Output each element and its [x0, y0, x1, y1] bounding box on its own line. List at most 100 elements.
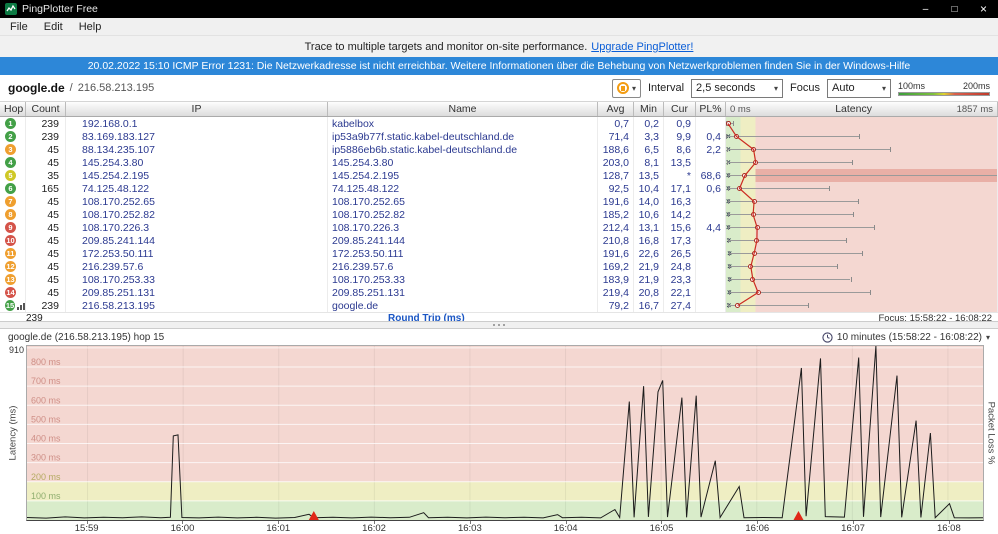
range-cap-left: [727, 173, 729, 178]
maximize-icon[interactable]: □: [940, 0, 969, 18]
latency-graph-cell: ×: [726, 156, 998, 169]
table-row[interactable]: 9 45 108.170.226.3 108.170.226.3 212,4 13,1 15…: [0, 221, 998, 234]
pane-splitter[interactable]: [0, 321, 998, 329]
pause-dropdown-icon[interactable]: ▾: [632, 84, 636, 93]
name-cell: ip5886eb6b.static.kabel-deutschland.de: [328, 143, 598, 156]
svg-text:300 ms: 300 ms: [31, 453, 61, 463]
column-header-avg: Avg: [598, 102, 634, 116]
latency-range-bar: [727, 227, 874, 228]
range-cap-left: [729, 277, 731, 282]
hop-cell: 8: [0, 208, 26, 221]
latency-graph-cell: ×: [726, 260, 998, 273]
table-row[interactable]: 3 45 88.134.235.107 ip5886eb6b.static.kabel…: [0, 143, 998, 156]
hop-status-badge: 4: [5, 157, 16, 168]
legend-low-label: 100ms: [898, 80, 926, 91]
pl-cell: [696, 273, 726, 286]
table-row[interactable]: 15 239 216.58.213.195 google.de 79,2 16,7 27,4…: [0, 299, 998, 312]
ip-cell: 74.125.48.122: [66, 182, 328, 195]
avg-cell: 212,4: [598, 221, 634, 234]
trace-table-header: Hop Count IP Name Avg Min Cur PL% 0 ms Latency 185…: [0, 102, 998, 117]
avg-marker: [733, 133, 739, 139]
min-cell: 14,0: [634, 195, 664, 208]
ip-cell: 83.169.183.127: [66, 130, 328, 143]
focus-label: Focus: [790, 82, 820, 94]
cur-cell: 14,2: [664, 208, 696, 221]
range-cap-left: [727, 186, 729, 191]
menu-help[interactable]: Help: [71, 18, 110, 35]
timeline-title: google.de (216.58.213.195) hop 15: [8, 331, 165, 343]
time-tick-label: 16:06: [745, 523, 770, 534]
upgrade-link[interactable]: Upgrade PingPlotter!: [591, 41, 693, 53]
min-cell: 22,6: [634, 247, 664, 260]
table-row[interactable]: 7 45 108.170.252.65 108.170.252.65 191,6 14,0…: [0, 195, 998, 208]
range-cap-right: [808, 303, 810, 308]
latency-range-bar: [729, 279, 851, 280]
pl-cell: [696, 247, 726, 260]
avg-cell: 0,7: [598, 117, 634, 130]
count-cell: 45: [26, 143, 66, 156]
packet-loss-axis-label: Packet Loss %: [985, 401, 997, 465]
range-cap-left: [726, 134, 728, 139]
pl-cell: 2,2: [696, 143, 726, 156]
hop-cell: 3: [0, 143, 26, 156]
pause-button[interactable]: ▾: [611, 78, 641, 98]
menu-edit[interactable]: Edit: [36, 18, 71, 35]
table-row[interactable]: 5 35 145.254.2.195 145.254.2.195 128,7 13,5 * 6…: [0, 169, 998, 182]
name-cell: kabelbox: [328, 117, 598, 130]
name-cell: 145.254.2.195: [328, 169, 598, 182]
minimize-icon[interactable]: –: [911, 0, 940, 18]
focus-select[interactable]: Auto ▾: [827, 78, 891, 98]
latency-graph-cell: ×: [726, 169, 998, 182]
latency-range-bar: [726, 136, 859, 137]
timeline-plot[interactable]: 800 ms 700 ms 600 ms 500 ms 400 ms 300 ms 200 …: [26, 345, 984, 521]
latency-graph-cell: ×: [726, 130, 998, 143]
range-cap-left: [729, 251, 731, 256]
close-icon[interactable]: ×: [969, 0, 998, 18]
menu-file[interactable]: File: [2, 18, 36, 35]
table-row[interactable]: 6 165 74.125.48.122 74.125.48.122 92,5 10,4 17…: [0, 182, 998, 195]
avg-cell: 79,2: [598, 299, 634, 312]
table-row[interactable]: 10 45 209.85.241.144 209.85.241.144 210,8 16,…: [0, 234, 998, 247]
svg-text:100 ms: 100 ms: [31, 491, 61, 501]
ip-cell: 216.58.213.195: [66, 299, 328, 312]
chevron-down-icon: ▾: [881, 83, 886, 93]
hop-status-badge: 15: [5, 300, 15, 311]
range-cap-left: [729, 290, 731, 295]
timeline-header: google.de (216.58.213.195) hop 15 10 min…: [0, 329, 998, 345]
hop-cell: 14: [0, 286, 26, 299]
table-row[interactable]: 8 45 108.170.252.82 108.170.252.82 185,2 10,6…: [0, 208, 998, 221]
round-trip-label: Round Trip (ms): [388, 313, 465, 321]
hop-cell: 5: [0, 169, 26, 182]
interval-select[interactable]: 2,5 seconds ▾: [691, 78, 784, 98]
latency-range-bar: [727, 175, 997, 176]
table-row[interactable]: 445145.254.3.80145.254.3.80203,08,113,5×: [0, 156, 998, 169]
column-header-pl: PL%: [696, 102, 726, 116]
avg-cell: 203,0: [598, 156, 634, 169]
table-row[interactable]: 12 45 216.239.57.6 216.239.57.6 169,2 21,9 24,…: [0, 260, 998, 273]
name-cell: 108.170.253.33: [328, 273, 598, 286]
time-range-selector[interactable]: 10 minutes (15:58:22 - 16:08:22) ▾: [822, 332, 990, 343]
range-cap-right: [846, 238, 848, 243]
table-row[interactable]: 11 45 172.253.50.111 172.253.50.111 191,6 22,…: [0, 247, 998, 260]
min-cell: 16,8: [634, 234, 664, 247]
pl-cell: 68,6: [696, 169, 726, 182]
avg-cell: 92,5: [598, 182, 634, 195]
time-tick-label: 16:04: [553, 523, 578, 534]
range-cap-right: [857, 199, 859, 204]
title-bar: PingPlotter Free – □ ×: [0, 0, 998, 18]
hop-cell: 4: [0, 156, 26, 169]
table-row[interactable]: 1 239192.168.0.1kabelbox0,70,20,9 ×: [0, 117, 998, 130]
latency-range-bar: [729, 266, 838, 267]
avg-marker: [754, 224, 760, 230]
range-cap-left: [729, 264, 731, 269]
column-header-latency: 0 ms Latency 1857 ms: [726, 102, 998, 116]
count-cell: 239: [26, 130, 66, 143]
table-row[interactable]: 13 45 108.170.253.33 108.170.253.33 183,9 21,…: [0, 273, 998, 286]
avg-cell: 188,6: [598, 143, 634, 156]
table-row[interactable]: 2 239 83.169.183.127 ip53a9b77f.static.kabe…: [0, 130, 998, 143]
table-row[interactable]: 14 45 209.85.251.131 209.85.251.131 219,4 20,…: [0, 286, 998, 299]
count-cell: 45: [26, 156, 66, 169]
timeline-body: 910 Latency (ms) 800 ms 700 ms 600 ms 500 m…: [0, 345, 998, 521]
hop-status-badge: 10: [5, 235, 16, 246]
range-cap-left: [727, 160, 729, 165]
